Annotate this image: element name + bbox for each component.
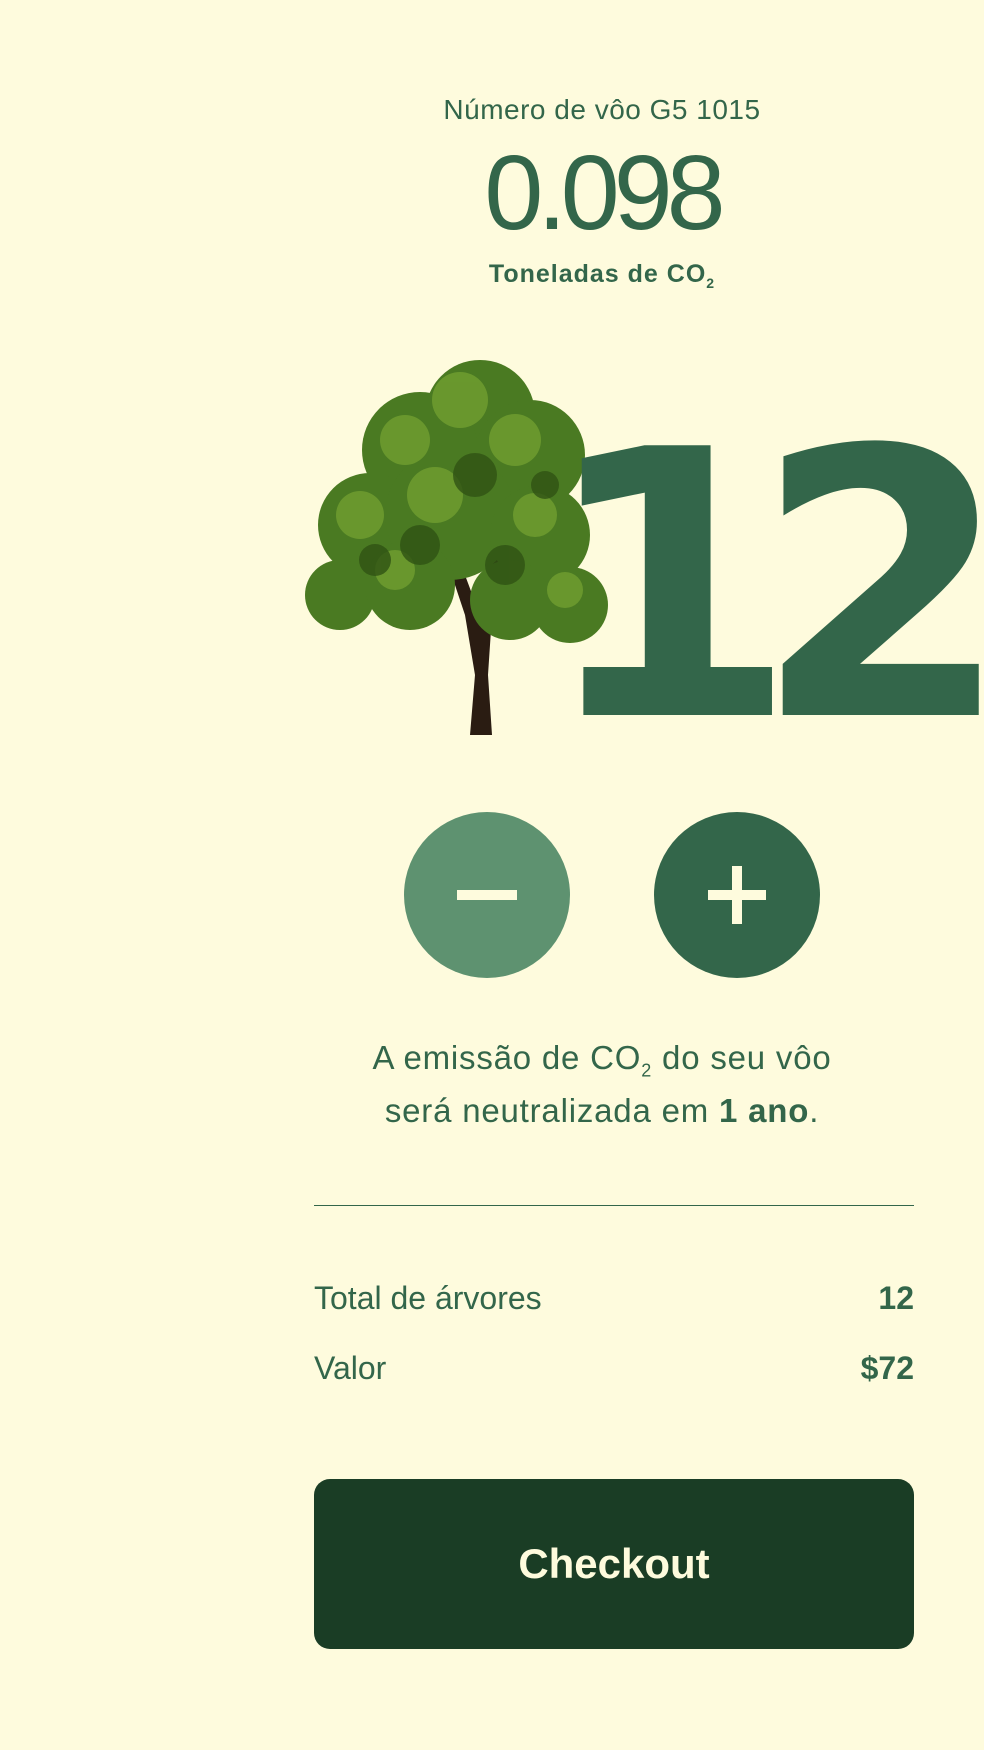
neutralization-text-c: será neutralizada em [384, 1091, 719, 1129]
price-label: Valor [314, 1350, 387, 1386]
emission-unit-subscript: 2 [706, 275, 716, 291]
tree-count-number: 12 [540, 373, 984, 803]
plus-icon [708, 866, 766, 924]
total-trees-value: 12 [878, 1280, 914, 1316]
checkout-button[interactable]: Checkout [314, 1479, 914, 1649]
increase-trees-button[interactable] [654, 812, 820, 978]
neutralization-text-d: . [809, 1091, 820, 1129]
emission-unit: Toneladas de CO2 [312, 260, 892, 291]
price-value: $72 [860, 1350, 914, 1386]
neutralization-duration: 1 ano [718, 1091, 810, 1129]
summary-divider [314, 1205, 914, 1206]
total-trees-label: Total de árvores [314, 1280, 542, 1316]
decrease-trees-button[interactable] [404, 812, 570, 978]
total-trees-row: Total de árvores 12 [314, 1280, 914, 1317]
emission-value: 0.098 [484, 134, 725, 252]
neutralization-text-a: A emissão de CO [372, 1039, 642, 1076]
neutralization-line-1: A emissão de CO2 do seu vôo [312, 1038, 892, 1091]
price-row: Valor $72 [314, 1350, 914, 1387]
neutralization-subscript: 2 [641, 1060, 653, 1081]
flight-number-label: Número de vôo G5 1015 [443, 94, 761, 125]
emission-unit-text: Toneladas de CO [488, 260, 707, 288]
neutralization-line-2: será neutralizada em 1 ano. [312, 1091, 892, 1130]
neutralization-message: A emissão de CO2 do seu vôo será neutral… [312, 1038, 892, 1130]
neutralization-text-b: do seu vôo [652, 1039, 832, 1076]
minus-icon [457, 890, 517, 900]
